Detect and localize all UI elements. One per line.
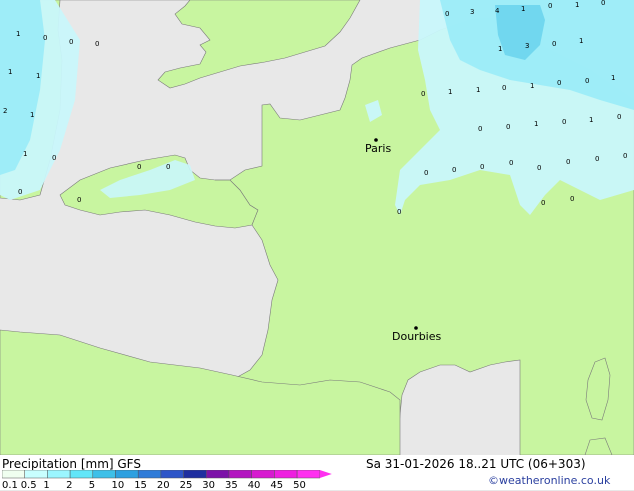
- precip-value: 0: [502, 84, 507, 92]
- legend-tick-label: 2: [66, 480, 73, 491]
- precip-value: 1: [36, 72, 41, 80]
- precip-value: 1: [498, 45, 503, 53]
- precip-value: 1: [476, 86, 481, 94]
- precip-value: 0: [506, 123, 511, 131]
- legend-swatches: [2, 470, 332, 479]
- legend-swatch: [47, 470, 71, 479]
- legend-swatch: [92, 470, 116, 479]
- precip-value: 1: [530, 82, 535, 90]
- precip-value: 2: [3, 107, 8, 115]
- precip-value: 0: [69, 38, 74, 46]
- precip-value: 0: [52, 154, 57, 162]
- legend-swatch: [2, 470, 25, 479]
- precip-value: 0: [601, 0, 606, 7]
- precip-value: 0: [552, 40, 557, 48]
- precip-value: 1: [579, 37, 584, 45]
- precip-value: 0: [424, 169, 429, 177]
- credit-link[interactable]: ©weatheronline.co.uk: [488, 474, 610, 487]
- precip-value: 0: [43, 34, 48, 42]
- legend-swatch: [115, 470, 139, 479]
- legend-tick-label: 45: [270, 480, 284, 491]
- precip-value: 0: [421, 90, 426, 98]
- legend-swatch: [137, 470, 162, 479]
- precip-value: 1: [16, 30, 21, 38]
- precip-value: 0: [562, 118, 567, 126]
- map-datetime: Sa 31-01-2026 18..21 UTC (06+303): [366, 457, 586, 471]
- precip-value: 0: [95, 40, 100, 48]
- legend-tick-label: 0.5: [20, 480, 37, 491]
- legend-swatch: [160, 470, 184, 479]
- legend-tick-label: 10: [111, 480, 125, 491]
- legend-swatch: [251, 470, 275, 479]
- precip-value: 0: [445, 10, 450, 18]
- precip-value: 1: [448, 88, 453, 96]
- legend-swatch: [296, 470, 321, 479]
- city-label-dourbies: Dourbies: [392, 330, 442, 343]
- precip-value: 4: [495, 7, 500, 15]
- precip-value: 0: [541, 199, 546, 207]
- legend-tick-label: 1: [43, 480, 50, 491]
- legend-tick-label: 40: [247, 480, 261, 491]
- precipitation-legend: [2, 470, 332, 479]
- legend-tick-label: 35: [225, 480, 238, 491]
- precip-value: 0: [480, 163, 485, 171]
- precip-value: 0: [137, 163, 142, 171]
- legend-tick-label: 15: [134, 480, 147, 491]
- precip-value: 0: [585, 77, 590, 85]
- precip-value: 0: [570, 195, 575, 203]
- legend-swatch: [274, 470, 298, 479]
- precip-value: 1: [8, 68, 13, 76]
- legend-tick-label: 50: [293, 480, 306, 491]
- precip-value: 1: [575, 1, 580, 9]
- precip-value: 1: [521, 5, 526, 13]
- precip-value: 0: [509, 159, 514, 167]
- precip-value: 0: [566, 158, 571, 166]
- legend-tick-label: 0.1: [2, 480, 18, 491]
- map[interactable]: Paris Dourbies 1 0 1 0 1 2 1 1 0 0 0 0 0…: [0, 0, 634, 455]
- legend-swatch: [183, 470, 207, 479]
- precip-value: 0: [595, 155, 600, 163]
- precip-value: 0: [397, 208, 402, 216]
- precip-value: 0: [623, 152, 628, 160]
- map-svg: [0, 0, 634, 455]
- city-label-paris: Paris: [365, 142, 392, 155]
- precip-value: 3: [470, 8, 475, 16]
- precip-value: 0: [537, 164, 542, 172]
- precip-value: 1: [30, 111, 35, 119]
- precip-value: 1: [611, 74, 616, 82]
- precip-value: 3: [525, 42, 530, 50]
- precip-value: 1: [589, 116, 594, 124]
- precip-value: 0: [478, 125, 483, 133]
- legend-swatch: [24, 470, 48, 479]
- legend-tick-label: 5: [88, 480, 96, 491]
- legend-tick-label: 25: [179, 480, 193, 491]
- precip-value: 0: [166, 163, 171, 171]
- precip-value: 0: [18, 188, 23, 196]
- legend-swatch: [69, 470, 94, 479]
- precip-value: 0: [452, 166, 457, 174]
- precip-value: 0: [77, 196, 82, 204]
- legend-tick-label: 20: [156, 480, 170, 491]
- legend-swatch: [228, 470, 252, 479]
- precip-value: 0: [557, 79, 562, 87]
- precip-value: 1: [23, 150, 28, 158]
- precip-value: 0: [548, 2, 553, 10]
- precip-value: 1: [534, 120, 539, 128]
- map-title: Precipitation [mm] GFS: [2, 457, 141, 471]
- legend-tick-label: 30: [202, 480, 216, 491]
- precip-value: 0: [617, 113, 622, 121]
- legend-arrow: [319, 470, 332, 478]
- legend-swatch: [206, 470, 230, 479]
